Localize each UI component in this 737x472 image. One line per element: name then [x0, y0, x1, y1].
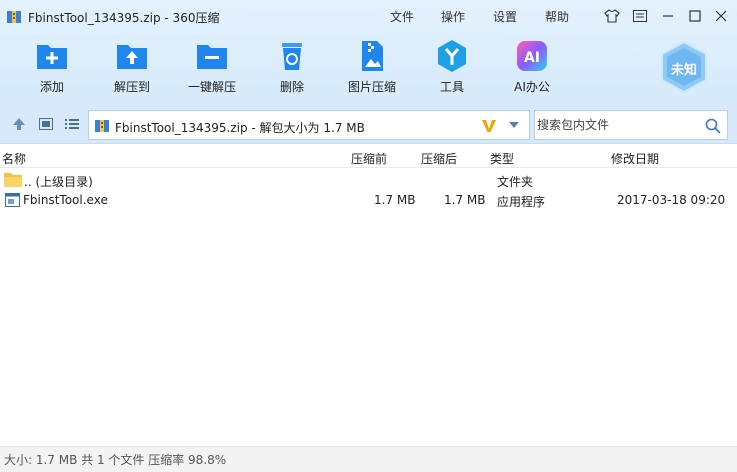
- column-uncompressed[interactable]: 压缩后: [421, 150, 457, 167]
- list-item-file[interactable]: FbinstTool.exe 1.7 MB 1.7 MB 应用程序 2017-0…: [0, 190, 737, 210]
- file-type: 文件夹: [497, 175, 534, 189]
- one-click-extract-label: 一键解压: [187, 80, 236, 94]
- status-badge[interactable]: 未知: [658, 40, 710, 94]
- image-compress-label: 图片压缩: [347, 80, 396, 94]
- search-input[interactable]: [536, 112, 696, 138]
- file-modified: 2017-03-18 09:20: [617, 193, 726, 207]
- ai-office-icon: AI: [517, 41, 547, 71]
- search-icon[interactable]: [705, 118, 721, 134]
- add-button[interactable]: 添加: [14, 38, 90, 98]
- file-type: 应用程序: [497, 195, 546, 209]
- up-arrow-icon[interactable]: [11, 116, 27, 132]
- tools-button[interactable]: 工具: [414, 38, 490, 98]
- recycle-bin-icon: [282, 43, 302, 70]
- delete-button[interactable]: 删除: [254, 38, 330, 98]
- maximize-icon[interactable]: [685, 6, 705, 26]
- title-bar: FbinstTool_134395.zip - 360压缩 文件 操作 设置 帮…: [0, 0, 737, 32]
- extract-icon: [117, 45, 147, 69]
- folder-icon: [4, 173, 22, 187]
- file-name: FbinstTool.exe: [23, 193, 108, 207]
- tools-label: 工具: [439, 80, 464, 94]
- shirt-icon[interactable]: [602, 6, 622, 26]
- menu-file[interactable]: 文件: [390, 8, 414, 25]
- column-type[interactable]: 类型: [490, 150, 514, 167]
- app-header: FbinstTool_134395.zip - 360压缩 文件 操作 设置 帮…: [0, 0, 737, 104]
- column-modified[interactable]: 修改日期: [611, 150, 659, 167]
- hamburger-menu-icon[interactable]: [630, 6, 650, 26]
- chevron-down-icon[interactable]: [508, 121, 520, 129]
- status-text: 大小: 1.7 MB 共 1 个文件 压缩率 98.8%: [4, 453, 227, 467]
- extract-to-label: 解压到: [113, 80, 150, 94]
- extract-to-button[interactable]: 解压到: [94, 38, 170, 98]
- window-title: FbinstTool_134395.zip - 360压缩: [28, 11, 220, 25]
- file-size-before: 1.7 MB: [374, 193, 416, 207]
- image-compress-button[interactable]: 图片压缩: [334, 38, 410, 98]
- tools-icon: [438, 40, 466, 72]
- add-label: 添加: [39, 80, 64, 94]
- image-compress-icon: [362, 41, 383, 71]
- file-name: .. (上级目录): [24, 175, 93, 189]
- svg-text:AI: AI: [524, 50, 540, 66]
- menu-help[interactable]: 帮助: [545, 8, 569, 25]
- search-box[interactable]: [534, 110, 728, 140]
- column-compressed[interactable]: 压缩前: [351, 150, 387, 167]
- add-icon: [37, 45, 67, 69]
- ai-office-label: AI办公: [514, 80, 550, 94]
- menu-operate[interactable]: 操作: [441, 8, 465, 25]
- column-name[interactable]: 名称: [2, 150, 26, 167]
- zip-archive-icon: [95, 120, 109, 132]
- executable-icon: [5, 193, 20, 207]
- list-item-parent-directory[interactable]: .. (上级目录) 文件夹: [0, 170, 737, 190]
- address-text: FbinstTool_134395.zip - 解包大小为 1.7 MB: [115, 121, 365, 135]
- close-icon[interactable]: [711, 6, 731, 26]
- list-view-icon[interactable]: [64, 116, 80, 132]
- one-click-extract-button[interactable]: 一键解压: [174, 38, 250, 98]
- column-header-row: 名称 压缩前 压缩后 类型 修改日期: [0, 146, 737, 168]
- menu-settings[interactable]: 设置: [493, 8, 517, 25]
- verified-v-icon[interactable]: [481, 118, 497, 134]
- address-bar[interactable]: FbinstTool_134395.zip - 解包大小为 1.7 MB: [88, 110, 530, 140]
- file-size-after: 1.7 MB: [444, 193, 486, 207]
- delete-label: 删除: [279, 80, 304, 94]
- status-bar: 大小: 1.7 MB 共 1 个文件 压缩率 98.8%: [0, 446, 737, 472]
- minimize-icon[interactable]: [658, 6, 678, 26]
- thumbnail-view-icon[interactable]: [38, 116, 54, 132]
- badge-text: 未知: [670, 63, 697, 78]
- ai-office-button[interactable]: AI AI办公: [494, 38, 570, 98]
- zip-archive-icon: [7, 11, 21, 23]
- one-click-extract-icon: [197, 45, 227, 69]
- address-row: FbinstTool_134395.zip - 解包大小为 1.7 MB: [0, 104, 737, 144]
